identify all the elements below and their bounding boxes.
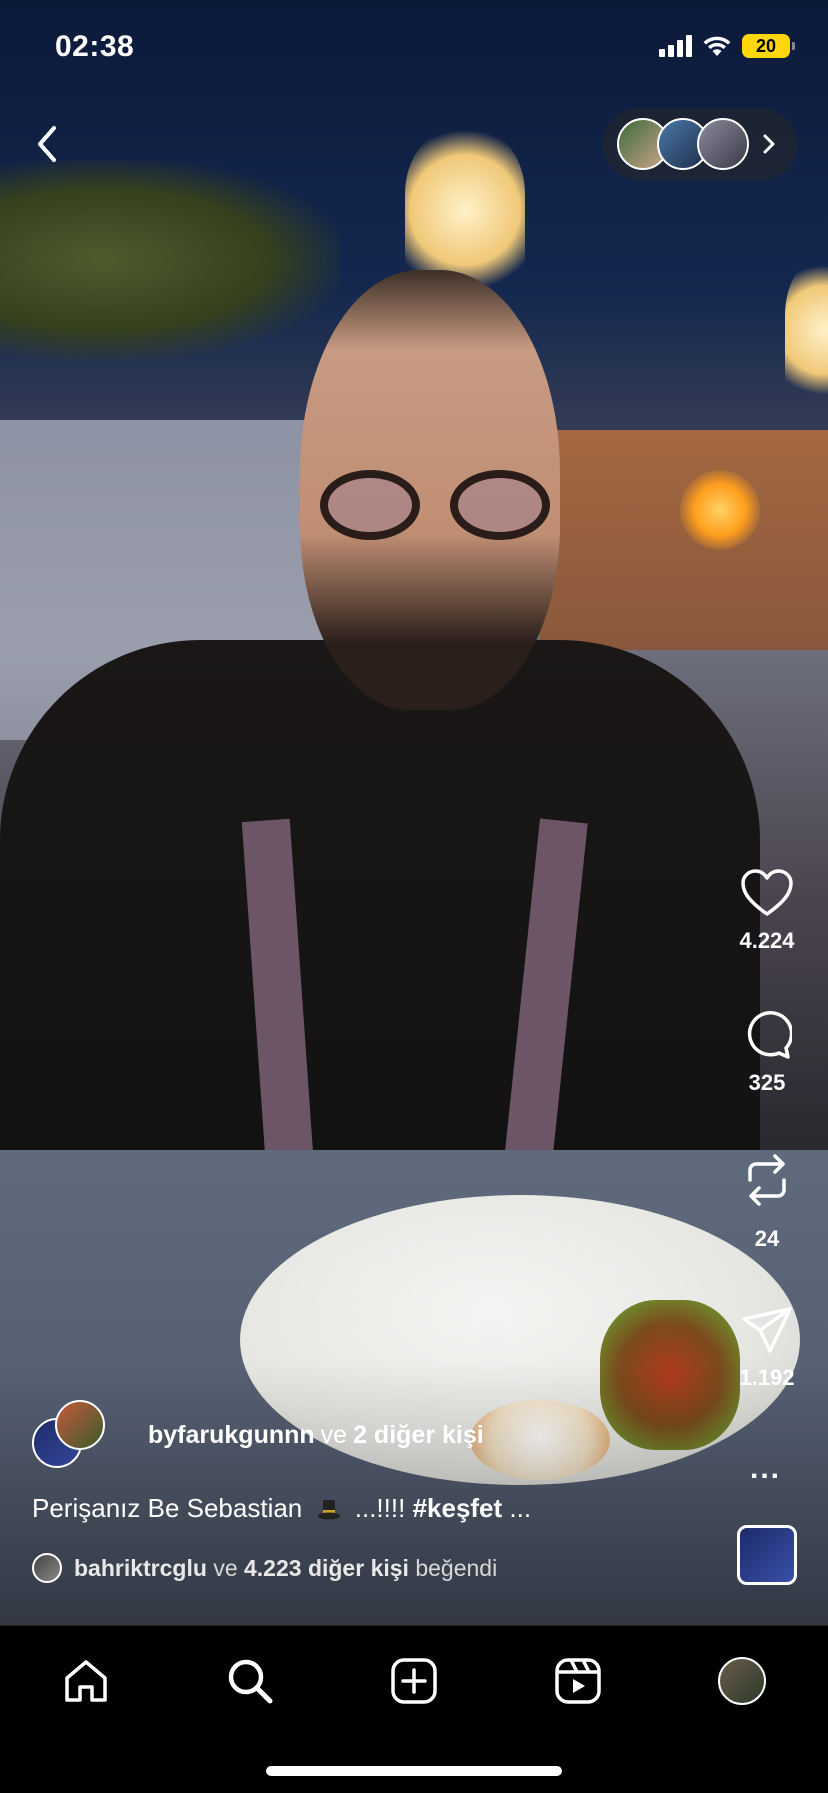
person-glasses — [310, 470, 560, 540]
author-names[interactable]: byfarukgunnn ve 2 diğer kişi — [148, 1421, 484, 1450]
caption-ellipsis[interactable]: ... — [509, 1493, 531, 1523]
nav-home[interactable] — [56, 1651, 116, 1711]
more-options-button[interactable]: ... — [750, 1452, 781, 1486]
profile-avatar — [718, 1657, 766, 1705]
author-others[interactable]: 2 diğer kişi — [353, 1421, 484, 1449]
liked-by-others[interactable]: 4.223 diğer kişi — [244, 1555, 409, 1582]
liked-by-username[interactable]: bahriktrcglu — [74, 1555, 207, 1582]
liked-by-suffix: beğendi — [415, 1554, 498, 1581]
hanging-lamp — [405, 130, 525, 290]
nav-reels[interactable] — [548, 1651, 608, 1711]
avatar — [55, 1400, 105, 1450]
battery-icon: 20 — [742, 34, 795, 58]
nav-create[interactable] — [384, 1651, 444, 1711]
chevron-right-icon — [763, 134, 775, 154]
author-avatars[interactable] — [30, 1400, 120, 1470]
audio-thumbnail[interactable] — [737, 1525, 797, 1585]
liked-by-row[interactable]: bahriktrcglu ve 4.223 diğer kişi beğendi — [32, 1553, 497, 1583]
repost-button[interactable]: 24 — [712, 1152, 822, 1252]
nav-search[interactable] — [220, 1651, 280, 1711]
nav-profile[interactable] — [712, 1651, 772, 1711]
back-arrow-icon[interactable] — [28, 122, 68, 166]
suggested-stories-pill[interactable] — [603, 108, 797, 180]
reel-video[interactable] — [0, 0, 828, 1625]
hanging-lamp — [785, 260, 828, 400]
author-row[interactable]: byfarukgunnn ve 2 diğer kişi — [30, 1400, 484, 1470]
avatar — [32, 1553, 62, 1583]
search-icon — [228, 1659, 273, 1704]
heart-icon — [741, 869, 793, 916]
comment-button[interactable]: 325 — [712, 1010, 822, 1096]
caption-tail: ...!!!! — [354, 1493, 406, 1523]
like-count: 4.224 — [739, 928, 795, 953]
create-icon — [391, 1658, 437, 1704]
background-tree — [0, 160, 340, 360]
home-icon — [65, 1660, 107, 1702]
background-wall — [540, 430, 828, 650]
send-icon — [742, 1307, 792, 1353]
author-username[interactable]: byfarukgunnn — [148, 1421, 315, 1449]
wifi-icon — [703, 36, 731, 56]
author-connector: ve — [320, 1420, 348, 1449]
home-indicator[interactable] — [266, 1766, 562, 1776]
repost-count: 24 — [754, 1226, 780, 1251]
caption[interactable]: Perişanız Be Sebastian ...!!!! #keşfet .… — [32, 1493, 531, 1524]
cellular-signal-icon — [659, 35, 692, 57]
status-time: 02:38 — [55, 30, 135, 63]
comment-count: 325 — [748, 1070, 786, 1095]
liked-by-connector: ve — [213, 1554, 238, 1581]
caption-hashtag[interactable]: #keşfet — [413, 1493, 503, 1523]
comment-icon — [747, 1011, 792, 1059]
share-count: 1.192 — [739, 1365, 795, 1390]
repost-icon — [748, 1154, 786, 1206]
status-icons: 20 — [659, 34, 795, 58]
caption-text: Perişanız Be Sebastian — [32, 1493, 303, 1523]
story-avatar — [697, 118, 749, 170]
top-hat-emoji-icon — [317, 1500, 340, 1520]
reels-icon — [555, 1658, 601, 1704]
neon-sign — [680, 470, 760, 550]
share-button[interactable]: 1.192 — [712, 1305, 822, 1391]
like-button[interactable]: 4.224 — [712, 868, 822, 954]
